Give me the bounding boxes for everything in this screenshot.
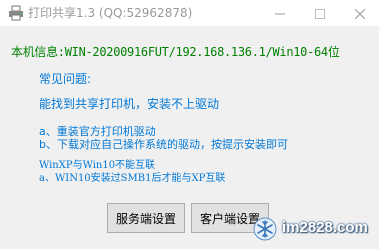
snowflake-logo-icon: [253, 217, 277, 241]
close-icon: [354, 4, 366, 23]
faq-heading: 常见问题:: [39, 72, 92, 86]
server-settings-button[interactable]: 服务端设置: [107, 203, 185, 233]
watermark-text: im2828.com: [282, 219, 368, 236]
maximize-icon: [315, 4, 325, 23]
minimize-icon: [275, 4, 285, 23]
site-watermark: im2828.com: [250, 214, 379, 249]
window-title: 打印共享1.3 (QQ:52962878): [28, 6, 193, 20]
title-bar[interactable]: 打印共享1.3 (QQ:52962878): [0, 0, 379, 26]
faq-answer-b: b、下载对应自己操作系统的驱动，按提示安装即可: [39, 138, 288, 151]
maximize-button[interactable]: [300, 0, 340, 26]
faq-question: 能找到共享打印机，安装不上驱动: [39, 97, 220, 111]
faq-note-answer: a、WIN10安装过SMB1后才能与XP互联: [39, 173, 226, 184]
machine-info: 本机信息:WIN-20200916FUT/192.168.136.1/Win10…: [11, 45, 340, 59]
app-window: 打印共享1.3 (QQ:52962878) 本机信息:WIN-20200916F…: [0, 0, 379, 249]
minimize-button[interactable]: [260, 0, 300, 26]
close-button[interactable]: [340, 0, 379, 26]
printer-icon: [8, 5, 24, 21]
